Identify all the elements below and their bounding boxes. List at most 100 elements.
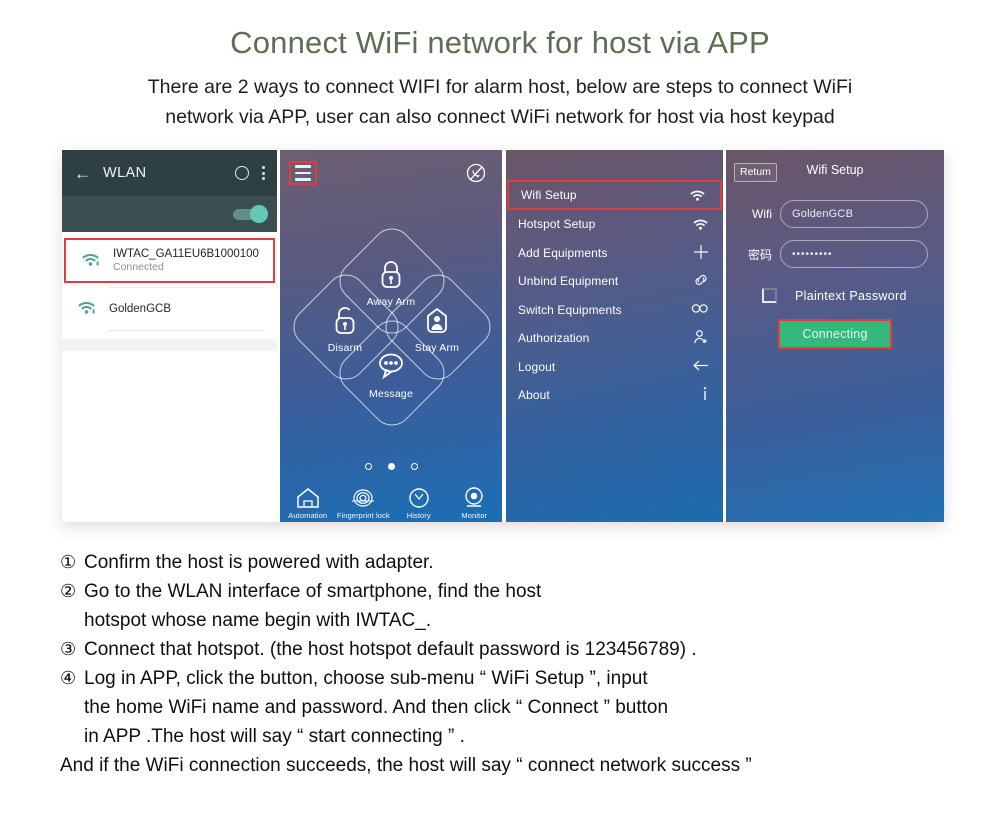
tab-label-history: History [406,511,431,520]
page-subtitle: There are 2 ways to connect WIFI for ala… [55,72,945,132]
tab-monitor[interactable]: Monitor [447,476,503,522]
wifi-name-label: Wifi [752,207,772,221]
list-divider [108,287,265,288]
wifi-icon [689,188,706,203]
wifi-icon [692,217,709,232]
back-arrow-icon[interactable]: ← [74,165,91,182]
step-2: ② Go to the WLAN interface of smartphone… [60,577,990,635]
menu-label-logout: Logout [518,359,556,374]
action-label-away-arm: Away Arm [366,296,416,308]
circle-icon[interactable] [235,166,249,180]
fingerprint-icon [352,489,375,507]
wifi-name-input[interactable]: GoldenGCB [780,200,928,228]
menu-item-unbind-equipment[interactable]: Unbind Equipment [506,267,723,296]
action-label-disarm: Disarm [327,342,363,354]
menu-item-authorization[interactable]: Authorization [506,324,723,353]
menu-label-wifi-setup: Wifi Setup [521,188,577,202]
step-4-number: ④ [60,668,77,688]
locked-padlock-icon [349,258,433,297]
menu-label-hotspot-setup: Hotspot Setup [518,217,596,232]
wifi-setup-title: Wifi Setup [806,163,864,177]
wlan-network-list: IWTAC_GA11EU6B1000100 Connected GoldenGC… [62,232,277,351]
menu-item-about[interactable]: About [506,381,723,410]
step-4-line-1: Log in APP, click the button, choose sub… [84,668,648,689]
menu-item-add-equipments[interactable]: Add Equipments [506,239,723,268]
menu-label-authorization: Authorization [518,331,590,346]
unlocked-padlock-icon [303,304,387,343]
tab-label-fingerprint-lock: Fingerprint lock [336,511,390,520]
action-label-stay-arm: Stay Arm [414,342,460,354]
plaintext-checkbox[interactable] [762,288,777,303]
step-2-number: ② [60,581,77,601]
network-ssid: IWTAC_GA11EU6B1000100 [113,248,259,260]
step-2-body: Go to the WLAN interface of smartphone, … [84,577,990,635]
step-2-line-2: hotspot whose name begin with IWTAC_. [84,610,432,631]
tab-automation[interactable]: Automation [280,476,336,522]
tab-label-monitor: Monitor [461,511,488,520]
step-2-line-1: Go to the WLAN interface of smartphone, … [84,581,542,602]
tab-history[interactable]: History [391,476,447,522]
camera-icon [465,487,483,507]
screenshot-strip: ← WLAN IWTAC_GA11EU6B1000100 Connected G… [62,150,944,522]
clock-icon [409,488,429,508]
radial-action-menu: Away Arm Disarm Stay Arm Message [285,220,499,434]
panel-wifi-setup: Retum Wifi Setup Wifi GoldenGCB 密码 •••••… [726,150,944,522]
menu-list: Wifi Setup Hotspot Setup Add Equipments … [506,150,723,410]
panel-app-home: Away Arm Disarm Stay Arm Message Automat… [280,150,502,522]
mute-notification-icon[interactable] [464,162,488,186]
list-item-network-home[interactable]: GoldenGCB [62,292,277,326]
action-label-message: Message [368,388,413,400]
wifi-password-input[interactable]: ••••••••• [780,240,928,268]
page-indicator [280,463,502,470]
infinity-icon [691,302,709,317]
wifi-toggle[interactable] [233,204,268,223]
page-dot-1[interactable] [364,463,372,470]
page-header: Connect WiFi network for host via APP Th… [0,0,1000,132]
list-footer-strip [62,339,277,351]
step-4-line-2: the home WiFi name and password. And the… [84,697,669,718]
menu-label-switch-equipments: Switch Equipments [518,302,622,317]
wifi-icon-svg [77,302,95,314]
step-1: ① Confirm the host is powered with adapt… [60,548,990,577]
instruction-steps: ① Confirm the host is powered with adapt… [60,548,990,780]
page-title: Connect WiFi network for host via APP [230,25,770,60]
plaintext-password-label: Plaintext Password [795,288,907,303]
menu-item-switch-equipments[interactable]: Switch Equipments [506,296,723,325]
wifi-password-row: 密码 ••••••••• [726,240,944,268]
tab-label-automation: Automation [288,511,328,520]
bottom-tab-bar: Automation Fingerprint lock History Moni… [280,476,502,522]
page-dot-3[interactable] [410,463,418,470]
tab-fingerprint-lock[interactable]: Fingerprint lock [336,476,392,522]
more-vertical-icon[interactable] [262,166,265,180]
menu-item-hotspot-setup[interactable]: Hotspot Setup [506,210,723,239]
step-3-text: Connect that hotspot. (the host hotspot … [84,639,697,660]
plus-icon [693,244,709,262]
plaintext-password-row[interactable]: Plaintext Password [726,288,944,303]
wifi-name-row: Wifi GoldenGCB [726,200,944,228]
add-person-icon [693,329,709,347]
left-arrow-icon [692,359,709,374]
menu-item-wifi-setup[interactable]: Wifi Setup [507,180,722,210]
page-dot-2-active[interactable] [387,463,395,470]
link-icon [693,272,709,290]
hamburger-menu-icon[interactable] [289,161,317,185]
connect-button-highlight: Connecting [778,319,892,349]
network-status: Connected [113,261,164,273]
info-icon [701,386,709,404]
menu-label-about: About [518,388,550,403]
wifi-toggle-row [62,196,277,232]
step-4-body: Log in APP, click the button, choose sub… [84,664,990,751]
step-3: ③ Connect that hotspot. (the host hotspo… [60,635,990,664]
step-1-number: ① [60,552,77,572]
closing-note: And if the WiFi connection succeeds, the… [60,755,752,776]
wifi-icon [78,251,102,271]
wifi-icon [74,299,98,319]
subtitle-line-1: There are 2 ways to connect WIFI for ala… [147,76,853,99]
menu-item-logout[interactable]: Logout [506,353,723,382]
step-4-line-3: in APP .The host will say “ start connec… [84,726,465,747]
menu-label-add-equipments: Add Equipments [518,245,608,260]
step-1-text: Confirm the host is powered with adapter… [84,552,434,573]
connect-button[interactable]: Connecting [780,321,890,347]
wifi-setup-header: Retum Wifi Setup [726,150,944,188]
list-item-network-host[interactable]: IWTAC_GA11EU6B1000100 Connected [64,238,275,283]
